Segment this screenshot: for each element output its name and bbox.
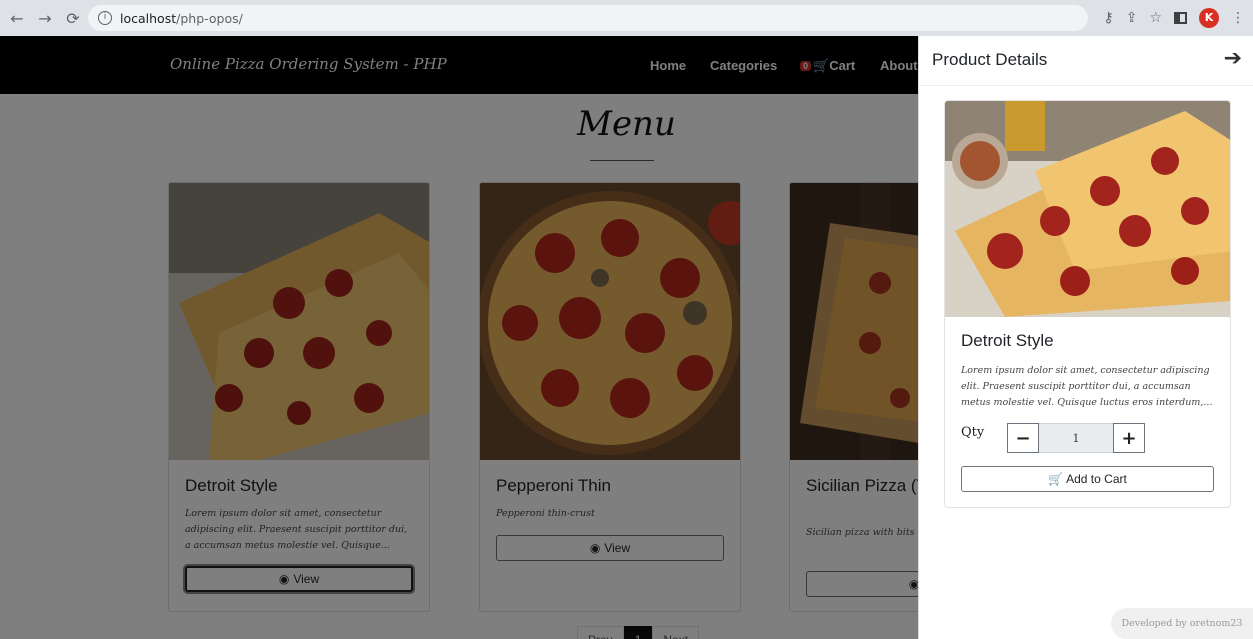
nav-home[interactable]: Home — [650, 58, 686, 73]
site-brand[interactable]: Online Pizza Ordering System - PHP — [170, 55, 447, 73]
address-bar[interactable]: i localhost/php-opos/ — [88, 5, 1088, 31]
view-label: View — [604, 541, 631, 555]
key-icon[interactable]: ⚷ — [1103, 10, 1113, 26]
nav-cart[interactable]: 0 🛒Cart — [800, 58, 855, 74]
share-icon[interactable]: ⇪ — [1126, 10, 1138, 26]
developer-credit: Developed by oretnom23 — [1111, 608, 1253, 639]
forward-icon[interactable]: → — [34, 9, 56, 28]
qty-label: Qty — [961, 425, 985, 440]
product-card: Pepperoni Thin Pepperoni thin-crust ◉ Vie… — [479, 182, 741, 612]
product-detail-description: Lorem ipsum dolor sit amet, consectetur … — [961, 365, 1213, 408]
product-details-panel: Product Details ➔ Detroit Style Lorem ip… — [918, 36, 1253, 639]
add-to-cart-button[interactable]: 🛒 Add to Cart — [961, 466, 1214, 492]
pagination-next[interactable]: Next — [652, 626, 700, 639]
product-image — [169, 183, 429, 460]
info-icon[interactable]: i — [98, 11, 112, 25]
back-icon[interactable]: ← — [6, 9, 28, 28]
view-label: View — [293, 572, 320, 586]
quantity-stepper: − 1 + — [1007, 423, 1145, 453]
product-detail-title: Detroit Style — [961, 331, 1054, 350]
toolbar-actions: ⚷ ⇪ ☆ K ⋮ — [1103, 8, 1245, 28]
pagination-page-1[interactable]: 1 — [623, 626, 653, 639]
pagination-prev[interactable]: Prev — [577, 626, 624, 639]
browser-toolbar: ← → ⟳ i localhost/php-opos/ ⚷ ⇪ ☆ K ⋮ — [0, 0, 1253, 36]
cart-icon: 🛒 — [813, 58, 830, 73]
product-title: Pepperoni Thin — [496, 476, 611, 495]
url-path: /php-opos/ — [176, 10, 243, 26]
plus-icon[interactable]: + — [1113, 423, 1145, 453]
eye-icon: ◉ — [278, 572, 290, 586]
url-host: localhost — [120, 10, 177, 26]
nav-cart-label: Cart — [829, 58, 856, 73]
star-icon[interactable]: ☆ — [1149, 10, 1162, 26]
panel-title: Product Details — [932, 50, 1048, 69]
side-panel-icon[interactable] — [1174, 12, 1187, 24]
product-detail-image — [945, 101, 1230, 317]
view-button[interactable]: ◉ View — [496, 535, 724, 561]
nav-categories[interactable]: Categories — [710, 58, 777, 73]
product-description: Lorem ipsum dolor sit amet, consectetur … — [185, 508, 408, 551]
eye-icon: ◉ — [589, 541, 601, 555]
minus-icon[interactable]: − — [1007, 423, 1039, 453]
product-title: Detroit Style — [185, 476, 278, 495]
product-card: Detroit Style Lorem ipsum dolor sit amet… — [168, 182, 430, 612]
view-button[interactable]: ◉ View — [185, 566, 413, 592]
pagination: Prev 1 Next — [577, 626, 700, 639]
cart-icon: 🛒 — [1048, 472, 1064, 486]
nav-about[interactable]: About — [880, 58, 918, 73]
qty-input[interactable]: 1 — [1039, 423, 1113, 453]
product-detail-card: Detroit Style Lorem ipsum dolor sit amet… — [944, 100, 1231, 508]
add-to-cart-label: Add to Cart — [1066, 472, 1127, 486]
product-image — [480, 183, 740, 460]
cart-count-badge: 0 — [800, 61, 812, 71]
heading-divider — [590, 160, 654, 161]
arrow-right-icon[interactable]: ➔ — [1224, 46, 1242, 71]
reload-icon[interactable]: ⟳ — [62, 9, 84, 28]
profile-avatar[interactable]: K — [1199, 8, 1219, 28]
panel-header: Product Details ➔ — [919, 36, 1253, 86]
product-description: Pepperoni thin-crust — [496, 508, 595, 519]
kebab-menu-icon[interactable]: ⋮ — [1231, 10, 1245, 26]
